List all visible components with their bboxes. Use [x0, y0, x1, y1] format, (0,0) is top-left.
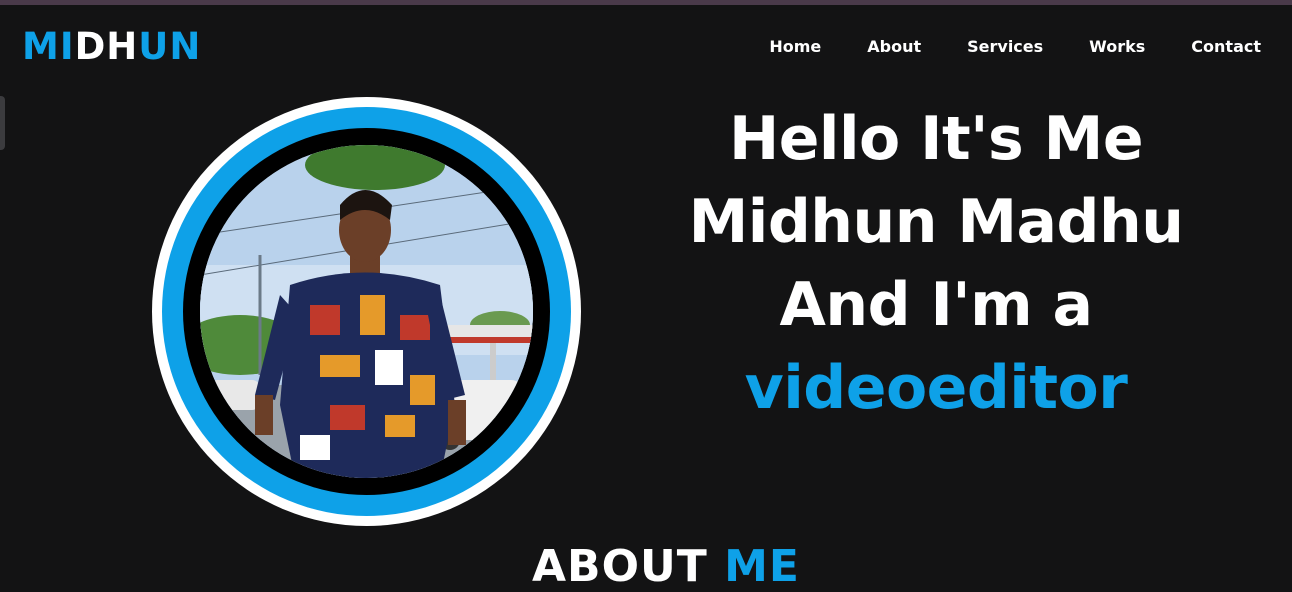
- nav-services[interactable]: Services: [967, 37, 1043, 57]
- hero-line-1: Hello It's Me: [728, 104, 1144, 174]
- hero-line-3: And I'm a: [779, 270, 1093, 340]
- nav-about[interactable]: About: [867, 37, 921, 57]
- hero-heading: Hello It's Me Midhun Madhu And I'm a vid…: [636, 98, 1236, 430]
- avatar-black-ring: [183, 128, 550, 495]
- side-handle[interactable]: [0, 96, 5, 150]
- profile-avatar: [152, 97, 581, 526]
- profile-photo-illustration: [200, 145, 533, 478]
- logo-part-3: UN: [138, 25, 202, 68]
- hero-role: videoeditor: [744, 353, 1128, 423]
- about-section-title: ABOUT ME: [532, 542, 800, 592]
- top-strip: [0, 0, 1292, 5]
- hero-line-2: Midhun Madhu: [688, 187, 1184, 257]
- site-logo[interactable]: MIDHUN: [22, 26, 201, 68]
- avatar-blue-ring: [162, 107, 571, 516]
- main-nav: Home About Services Works Contact: [723, 37, 1261, 57]
- logo-part-1: MI: [22, 25, 75, 68]
- nav-works[interactable]: Works: [1089, 37, 1145, 57]
- profile-photo: [200, 145, 533, 478]
- nav-contact[interactable]: Contact: [1191, 37, 1261, 57]
- logo-part-2: DH: [74, 25, 139, 68]
- nav-home[interactable]: Home: [769, 37, 821, 57]
- about-title-part-2: ME: [724, 541, 800, 592]
- about-title-part-1: ABOUT: [532, 541, 725, 592]
